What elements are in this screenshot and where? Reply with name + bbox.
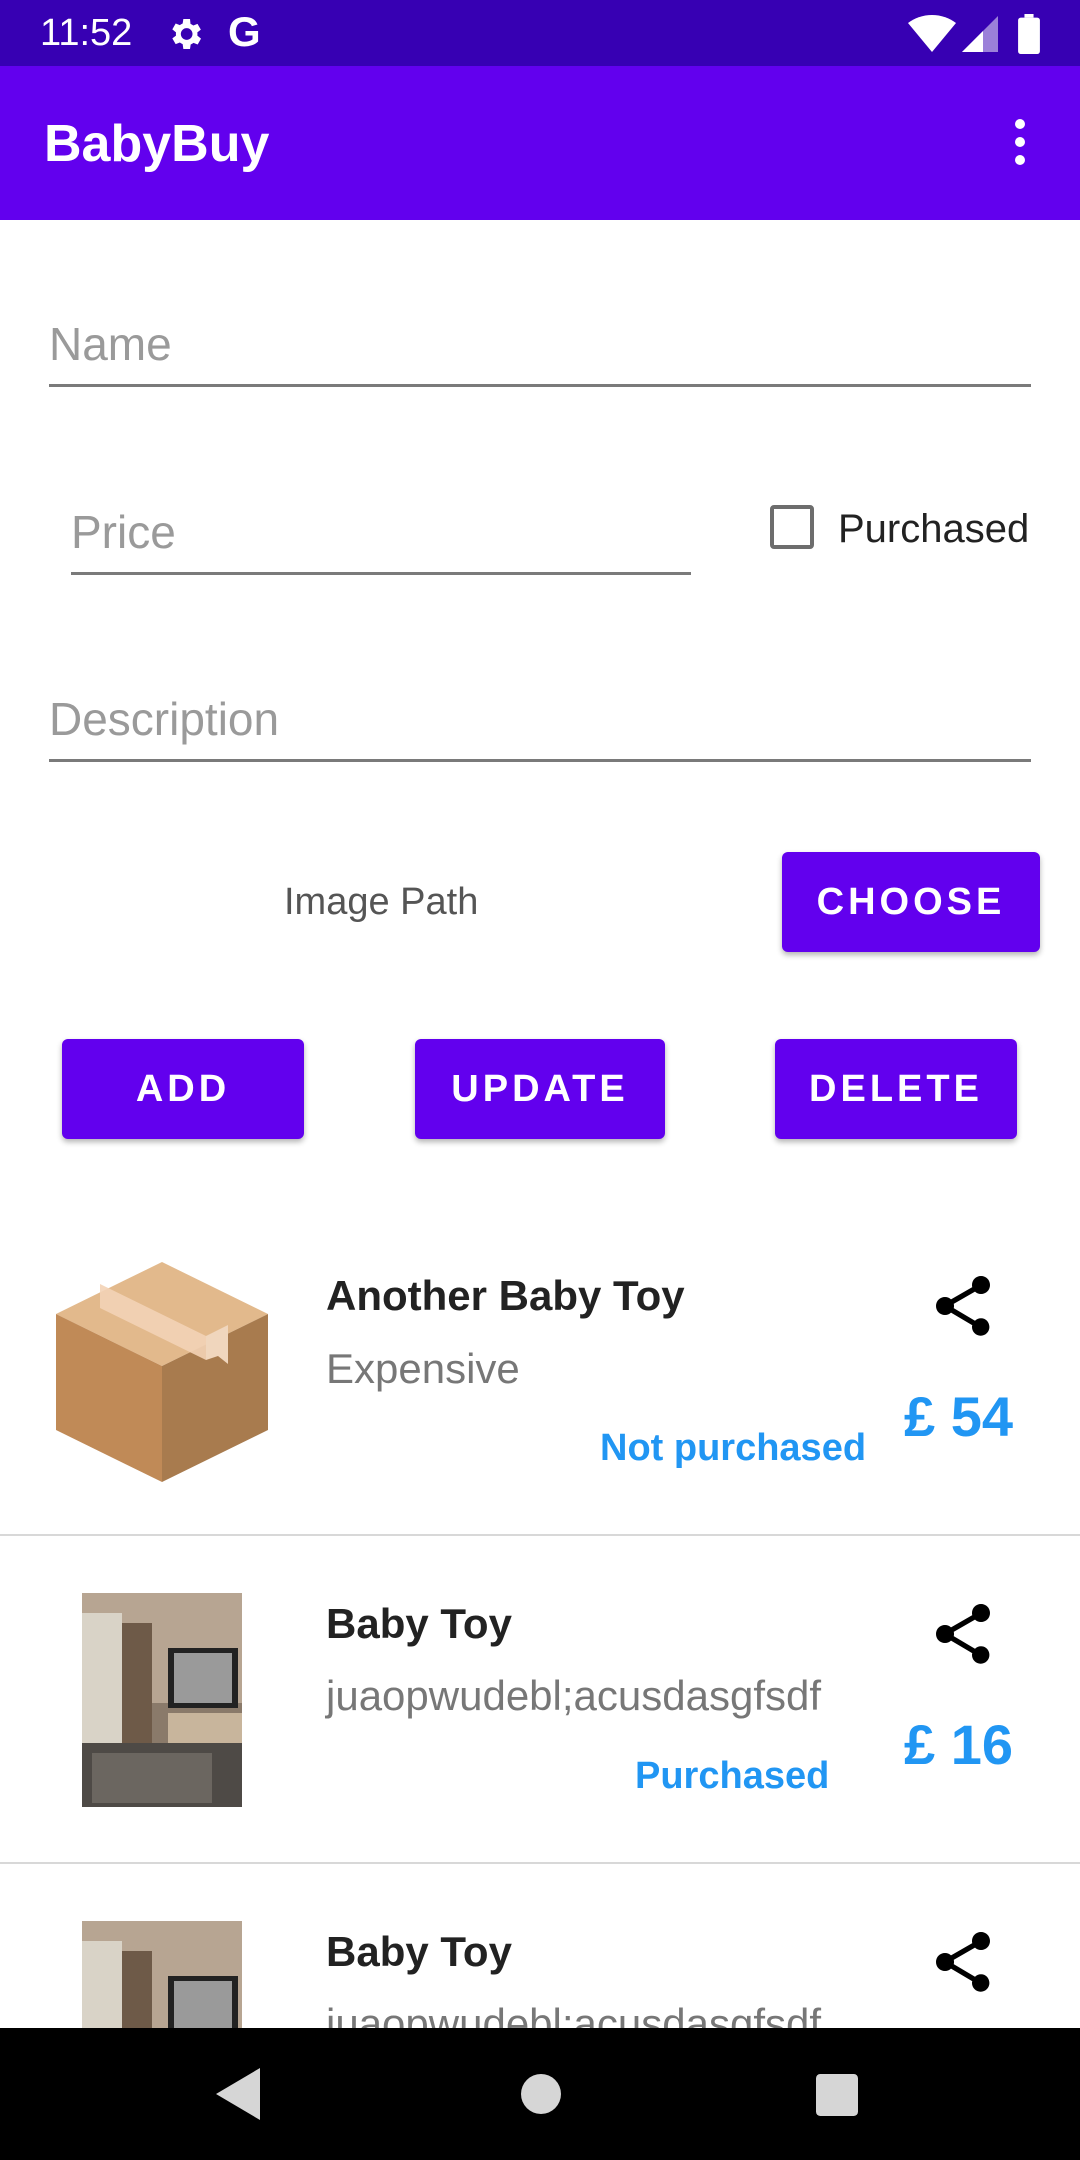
delete-button[interactable]: DELETE	[775, 1039, 1017, 1139]
item-title: Baby Toy	[326, 1600, 512, 1647]
battery-icon	[1018, 14, 1040, 54]
item-title: Another Baby Toy	[326, 1272, 685, 1319]
item-status: Purchased	[635, 1755, 830, 1797]
wifi-icon	[908, 15, 956, 52]
recents-icon[interactable]	[816, 2074, 858, 2116]
back-icon[interactable]	[216, 2068, 264, 2120]
image-path-label: Image Path	[284, 881, 479, 923]
home-icon[interactable]	[521, 2074, 561, 2114]
app-title: BabyBuy	[44, 115, 270, 173]
box-icon[interactable]	[56, 1262, 268, 1482]
google-icon: G	[228, 8, 261, 55]
item-description: Expensive	[326, 1345, 520, 1392]
share-icon[interactable]	[927, 1926, 999, 1998]
purchased-label: Purchased	[838, 507, 1030, 551]
status-time: 11:52	[40, 12, 133, 54]
purchased-checkbox[interactable]	[770, 505, 814, 549]
room-photo[interactable]	[82, 1921, 242, 2028]
description-input[interactable]	[49, 679, 1031, 762]
item-description: juaopwudebl;acusdasgfsdf	[326, 1672, 822, 1719]
signal-icon	[962, 16, 998, 52]
price-input[interactable]	[71, 492, 691, 575]
name-input[interactable]	[49, 304, 1031, 387]
item-status: Not purchased	[600, 1427, 867, 1469]
list-divider	[0, 1534, 1080, 1536]
update-button[interactable]: UPDATE	[415, 1039, 665, 1139]
item-title: Baby Toy	[326, 1928, 512, 1975]
list-item[interactable]: Baby Toy juaopwudebl;acusdasgfsdf	[0, 1864, 1080, 2028]
room-photo[interactable]	[82, 1593, 242, 1807]
choose-button[interactable]: CHOOSE	[782, 852, 1040, 952]
item-price: £ 16	[904, 1713, 1013, 1776]
share-icon[interactable]	[927, 1270, 999, 1342]
item-description: juaopwudebl;acusdasgfsdf	[326, 2000, 822, 2028]
share-icon[interactable]	[927, 1598, 999, 1670]
item-price: £ 54	[904, 1385, 1013, 1448]
settings-icon	[172, 19, 201, 49]
add-button[interactable]: ADD	[62, 1039, 304, 1139]
overflow-menu-icon[interactable]	[1000, 114, 1040, 176]
